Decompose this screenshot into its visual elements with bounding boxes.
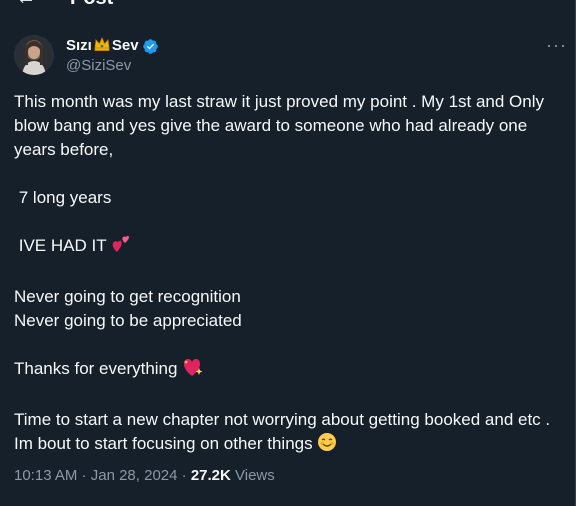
smiling-face-emoji-icon	[317, 432, 337, 459]
two-hearts-emoji-icon	[111, 234, 133, 261]
post-meta: 10:13 AM · Jan 28, 2024 · 27.2K Views	[14, 466, 275, 486]
verified-badge-icon[interactable]	[142, 38, 159, 55]
author-names: Sızı Sev @SiziSev	[66, 36, 159, 74]
sparkling-heart-emoji-icon	[182, 357, 204, 384]
post-paragraph-1: This month was my last straw it just pro…	[14, 92, 549, 159]
post-paragraph-5-text: Thanks for everything	[14, 359, 183, 378]
display-name-row[interactable]: Sızı Sev	[66, 36, 159, 56]
author-block: Sızı Sev @SiziSev	[14, 35, 159, 75]
display-name[interactable]: Sızı Sev	[66, 36, 139, 56]
post-paragraph-3-text: IVE HAD IT	[14, 236, 111, 255]
post-line-focusing-text: Im bout to start focusing on other thing…	[14, 434, 318, 453]
back-arrow-icon[interactable]: ←	[16, 0, 36, 10]
post-paragraph-5: Thanks for everything	[14, 357, 570, 384]
avatar[interactable]	[14, 35, 54, 75]
post-paragraph-3: IVE HAD IT	[14, 234, 570, 261]
post-date[interactable]: Jan 28, 2024	[91, 467, 178, 484]
post-line-focusing: Im bout to start focusing on other thing…	[14, 432, 570, 459]
meta-separator: ·	[77, 467, 91, 484]
top-bar: ← Post	[0, 0, 575, 10]
post-time[interactable]: 10:13 AM	[14, 467, 77, 484]
crown-icon	[93, 36, 111, 56]
post-line-new-chapter: Time to start a new chapter not worrying…	[14, 410, 551, 429]
post-line-recognition: Never going to get recognition	[14, 287, 241, 306]
post-line-appreciated: Never going to be appreciated	[14, 311, 242, 330]
post-text: This month was my last straw it just pro…	[14, 90, 570, 459]
display-name-part2: Sev	[111, 36, 139, 54]
author-handle[interactable]: @SiziSev	[66, 57, 159, 74]
meta-separator: ·	[177, 467, 191, 484]
views-count[interactable]: 27.2K	[191, 467, 231, 484]
more-icon[interactable]: ···	[546, 36, 567, 54]
post-paragraph-2: 7 long years	[14, 188, 112, 207]
views-label: Views	[230, 467, 275, 484]
post-page: ← Post Sızı Sev	[0, 0, 576, 506]
page-title: Post	[70, 0, 113, 10]
display-name-part1: Sızı	[66, 36, 92, 54]
